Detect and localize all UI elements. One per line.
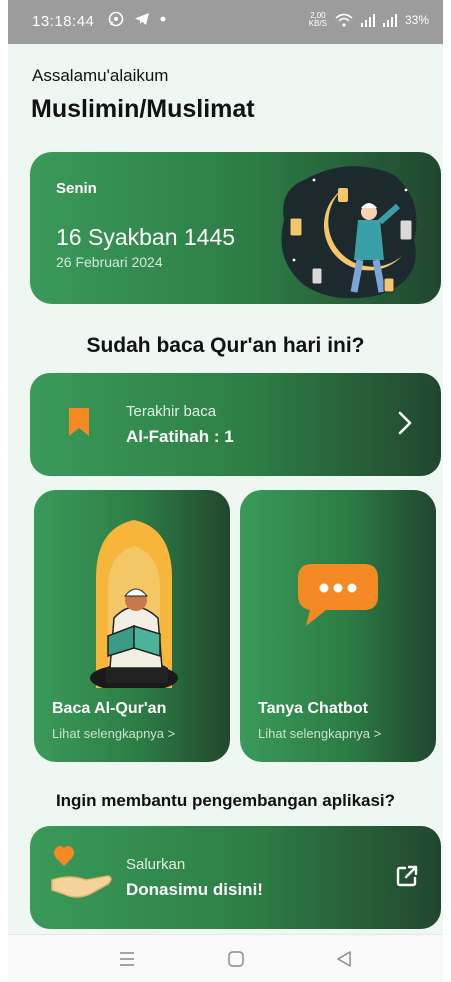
last-read-value: Al-Fatihah : 1 bbox=[126, 427, 234, 446]
home-icon[interactable] bbox=[227, 949, 245, 969]
app-screen: 13:18:44 2,00 KB/S 33% Assalamu'alaikum M… bbox=[8, 0, 443, 982]
last-read-card[interactable]: Terakhir baca Al-Fatihah : 1 bbox=[30, 373, 441, 476]
chatbot-tile[interactable]: Tanya Chatbot Lihat selengkapnya > bbox=[240, 490, 436, 762]
speed-unit: KB/S bbox=[308, 19, 327, 28]
last-read-label: Terakhir baca bbox=[126, 403, 217, 420]
gregorian-date: 26 Februari 2024 bbox=[56, 254, 163, 270]
read-quran-title: Baca Al-Qur'an bbox=[52, 700, 167, 717]
read-quran-tile[interactable]: Baca Al-Qur'an Lihat selengkapnya > bbox=[34, 490, 230, 762]
user-name: Muslimin/Muslimat bbox=[31, 95, 255, 123]
chatbot-link[interactable]: Lihat selengkapnya > bbox=[258, 726, 381, 741]
battery-level: 33% bbox=[404, 13, 429, 27]
read-quran-link[interactable]: Lihat selengkapnya > bbox=[52, 726, 175, 741]
dot-icon bbox=[160, 16, 166, 22]
day-name: Senin bbox=[56, 180, 97, 197]
notification-icons bbox=[108, 11, 166, 27]
chat-bubble-icon bbox=[298, 564, 378, 626]
telegram-icon bbox=[135, 13, 149, 25]
external-link-icon[interactable] bbox=[395, 864, 419, 888]
greeting-text: Assalamu'alaikum bbox=[32, 66, 169, 85]
status-right-icons: 2,00 KB/S 33% bbox=[309, 12, 429, 28]
date-card: Senin 16 Syakban 1445 26 Februari 2024 bbox=[30, 152, 441, 304]
network-speed: 2,00 KB/S bbox=[309, 12, 327, 28]
status-bar: 13:18:44 2,00 KB/S 33% bbox=[8, 0, 443, 44]
hijri-date: 16 Syakban 1445 bbox=[56, 224, 236, 250]
ramadan-illustration bbox=[281, 166, 417, 299]
reading-man-illustration bbox=[90, 520, 178, 688]
recent-apps-icon[interactable] bbox=[118, 949, 136, 969]
donate-label: Salurkan bbox=[126, 856, 186, 873]
whatsapp-icon bbox=[108, 11, 124, 27]
system-nav-bar bbox=[8, 934, 443, 982]
signal-icon bbox=[360, 13, 375, 27]
chatbot-title: Tanya Chatbot bbox=[258, 700, 368, 717]
support-title: Ingin membantu pengembangan aplikasi? bbox=[55, 791, 396, 810]
donate-card[interactable]: Salurkan Donasimu disini! bbox=[30, 826, 441, 929]
status-time: 13:18:44 bbox=[32, 13, 95, 30]
chevron-right-icon[interactable] bbox=[397, 411, 413, 435]
wifi-icon bbox=[335, 13, 353, 27]
read-prompt-title: Sudah baca Qur'an hari ini? bbox=[86, 334, 365, 357]
donation-hand-icon bbox=[51, 846, 112, 898]
donate-value: Donasimu disini! bbox=[126, 880, 263, 899]
back-icon[interactable] bbox=[335, 949, 353, 969]
bookmark-icon bbox=[69, 408, 89, 436]
signal-2-icon bbox=[382, 13, 397, 27]
